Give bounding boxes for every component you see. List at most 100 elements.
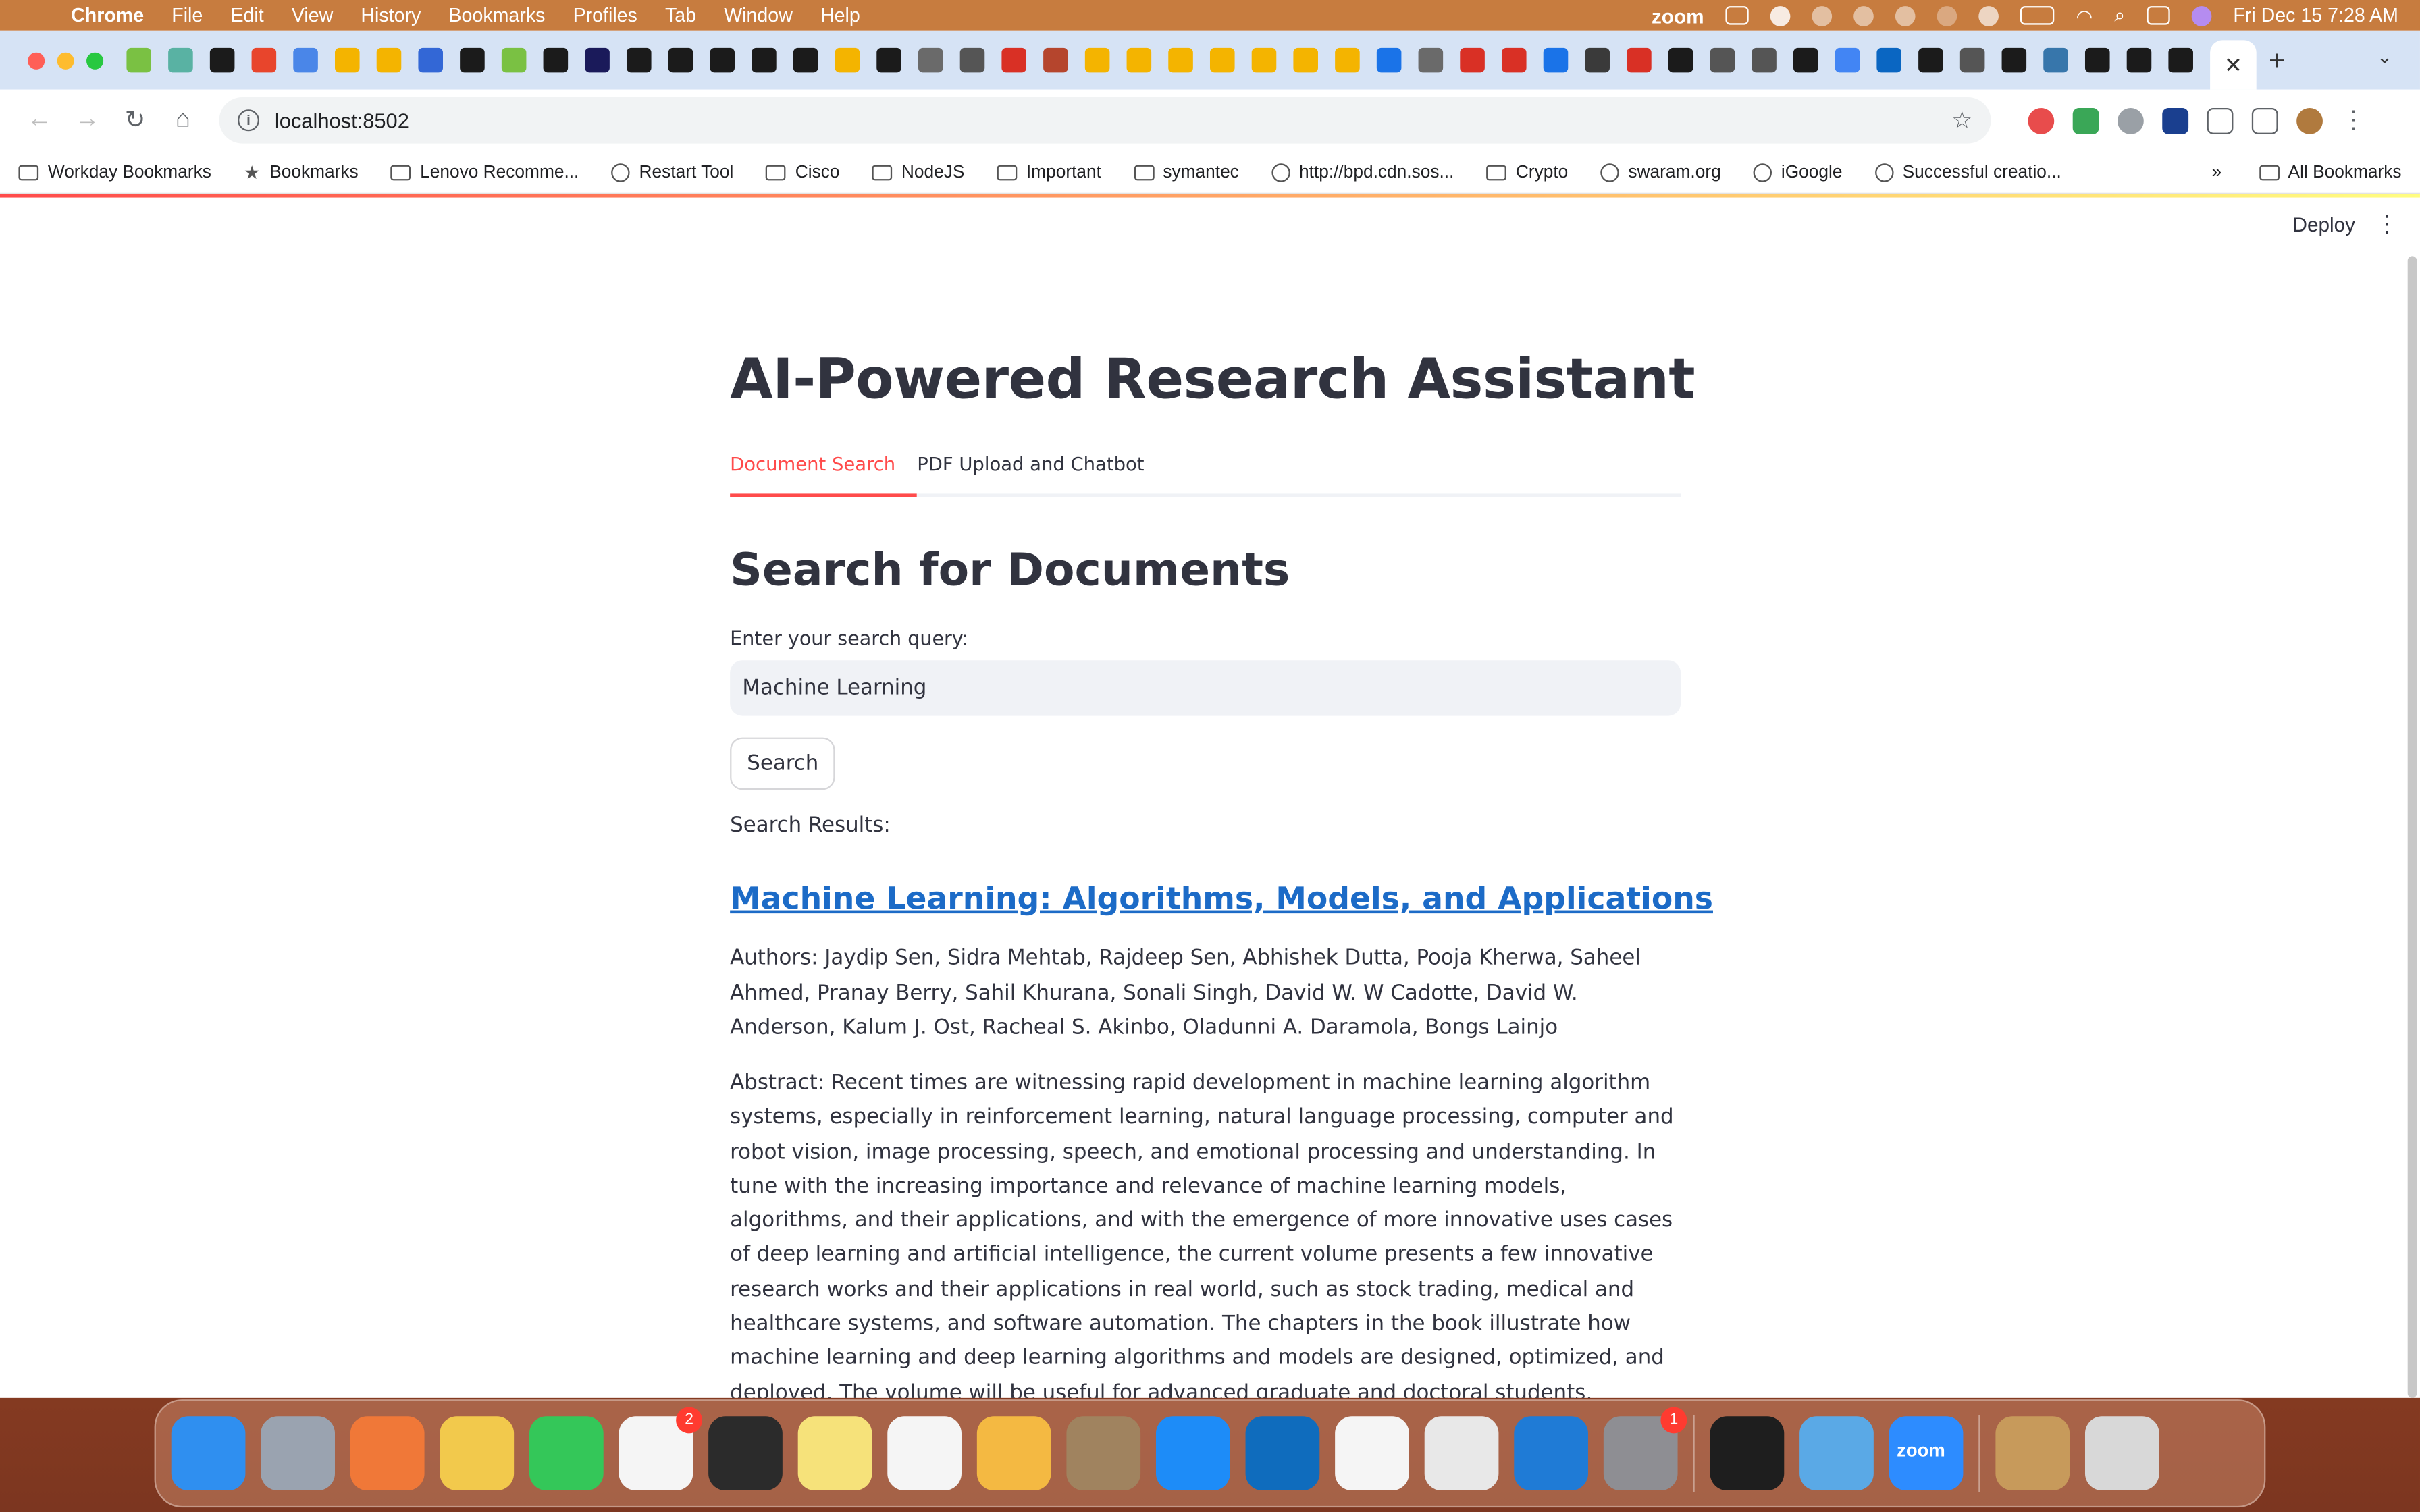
bookmark-item[interactable]: Crypto xyxy=(1486,163,1568,182)
tab-favicon-icon[interactable] xyxy=(1835,47,1860,73)
bookmark-item[interactable]: Restart Tool xyxy=(611,163,733,182)
fullscreen-window-icon[interactable] xyxy=(86,51,104,69)
tab-favicon-icon[interactable] xyxy=(793,47,818,73)
contacts-icon[interactable] xyxy=(1066,1416,1141,1490)
site-info-icon[interactable]: i xyxy=(237,109,259,132)
back-icon[interactable]: ← xyxy=(16,107,63,134)
vscode-icon[interactable] xyxy=(1514,1416,1588,1490)
menu-profiles[interactable]: Profiles xyxy=(559,5,651,26)
menu-help[interactable]: Help xyxy=(806,5,874,26)
wifi-icon[interactable]: ◠ xyxy=(2076,4,2093,27)
tab-favicon-icon[interactable] xyxy=(1543,47,1569,73)
app-menu-icon[interactable]: ⋮ xyxy=(2375,210,2398,238)
tab-favicon-icon[interactable] xyxy=(126,47,151,73)
url-text[interactable]: localhost:8502 xyxy=(275,109,409,132)
bookmark-item[interactable]: Successful creatio... xyxy=(1874,163,2061,182)
bookmark-item[interactable]: Lenovo Recomme... xyxy=(390,163,579,182)
siri-icon[interactable] xyxy=(2191,5,2212,26)
zoom-status-label[interactable]: zoom xyxy=(1652,4,1704,27)
tab-favicon-icon[interactable] xyxy=(668,47,693,73)
tab-favicon-icon[interactable] xyxy=(1001,47,1026,73)
close-tab-icon[interactable]: ✕ xyxy=(2224,52,2242,78)
active-tab[interactable]: ✕ xyxy=(2210,40,2257,90)
tab-favicon-icon[interactable] xyxy=(1209,47,1235,73)
tab-search-icon[interactable]: ⌄ xyxy=(2377,47,2392,68)
chrome-icon[interactable] xyxy=(1424,1416,1499,1490)
bookmark-item[interactable]: symantec xyxy=(1133,163,1239,182)
launchpad-icon[interactable] xyxy=(261,1416,335,1490)
address-bar[interactable]: i localhost:8502 ☆ xyxy=(219,97,1991,144)
tab-favicon-icon[interactable] xyxy=(1168,47,1193,73)
finder-icon[interactable] xyxy=(171,1416,246,1490)
slack-icon[interactable] xyxy=(1335,1416,1409,1490)
search-input[interactable] xyxy=(730,660,1681,716)
outlook-icon[interactable] xyxy=(1245,1416,1320,1490)
magnet-extension-icon[interactable] xyxy=(2028,107,2055,134)
tab-favicon-icon[interactable] xyxy=(2168,47,2193,73)
tab-favicon-icon[interactable] xyxy=(876,47,901,73)
tab-favicon-icon[interactable] xyxy=(1418,47,1444,73)
reminders-icon[interactable]: 2 xyxy=(619,1407,702,1490)
battery-icon[interactable] xyxy=(2020,6,2055,25)
tab-favicon-icon[interactable] xyxy=(1084,47,1110,73)
tab-favicon-icon[interactable] xyxy=(752,47,777,73)
tab-favicon-icon[interactable] xyxy=(418,47,443,73)
tab-favicon-icon[interactable] xyxy=(1585,47,1610,73)
tab-favicon-icon[interactable] xyxy=(2126,47,2152,73)
green-extension-icon[interactable] xyxy=(2072,107,2099,134)
globe-status-icon[interactable] xyxy=(1853,5,1874,26)
tab-favicon-icon[interactable] xyxy=(585,47,610,73)
spotlight-search-icon[interactable]: ⌕ xyxy=(2114,4,2125,27)
menu-view[interactable]: View xyxy=(278,5,347,26)
help-status-icon[interactable] xyxy=(1812,5,1833,26)
reload-icon[interactable]: ↻ xyxy=(111,105,159,136)
freeform-icon[interactable] xyxy=(887,1416,962,1490)
tab-favicon-icon[interactable] xyxy=(1251,47,1277,73)
quicktime-icon[interactable] xyxy=(708,1416,783,1490)
search-button[interactable]: Search xyxy=(730,737,836,790)
menu-history[interactable]: History xyxy=(347,5,435,26)
bookmark-item[interactable]: Important xyxy=(997,163,1101,182)
puzzle-extensions-icon[interactable] xyxy=(2207,107,2234,134)
tab-favicon-icon[interactable] xyxy=(1501,47,1527,73)
tab-favicon-icon[interactable] xyxy=(1918,47,1943,73)
home-icon[interactable]: ⌂ xyxy=(159,107,207,134)
play-status-icon[interactable] xyxy=(1978,5,1999,26)
tab-favicon-icon[interactable] xyxy=(460,47,485,73)
bookmark-item[interactable]: ★ Bookmarks xyxy=(244,161,359,183)
tab-favicon-icon[interactable] xyxy=(2001,47,2027,73)
tab-favicon-icon[interactable] xyxy=(1793,47,1818,73)
tab-favicon-icon[interactable] xyxy=(2043,47,2068,73)
tab-favicon-icon[interactable] xyxy=(168,47,193,73)
tab-favicon-icon[interactable] xyxy=(1668,47,1693,73)
w-status-icon[interactable] xyxy=(1895,5,1916,26)
photos-icon[interactable] xyxy=(440,1416,515,1490)
blue-extension-icon[interactable] xyxy=(2162,107,2189,134)
tab-favicon-icon[interactable] xyxy=(1460,47,1485,73)
tab-favicon-icon[interactable] xyxy=(959,47,985,73)
tab-favicon-icon[interactable] xyxy=(334,47,360,73)
facetime-icon[interactable] xyxy=(529,1416,604,1490)
pages-icon[interactable] xyxy=(976,1416,1051,1490)
trash-icon[interactable] xyxy=(2084,1416,2159,1490)
bookmark-item[interactable]: Cisco xyxy=(766,163,839,182)
tab-favicon-icon[interactable] xyxy=(2084,47,2110,73)
tab-favicon-icon[interactable] xyxy=(1627,47,1652,73)
control-center-icon[interactable] xyxy=(2147,6,2170,25)
bookmarks-overflow-icon[interactable]: » xyxy=(2212,163,2222,181)
zoom-icon[interactable]: zoom xyxy=(1889,1416,1964,1490)
tab-favicon-icon[interactable] xyxy=(1876,47,1901,73)
result-title-link[interactable]: Machine Learning: Algorithms, Models, an… xyxy=(730,880,1713,917)
tab-pdf-upload-chatbot[interactable]: PDF Upload and Chatbot xyxy=(917,454,1165,493)
bookmark-item[interactable]: NodeJS xyxy=(872,163,964,182)
bookmark-item[interactable]: swaram.org xyxy=(1600,163,1721,182)
menu-window[interactable]: Window xyxy=(710,5,807,26)
app-store-icon[interactable] xyxy=(1155,1416,1230,1490)
menu-chrome[interactable]: Chrome xyxy=(71,5,158,26)
tab-favicon-icon[interactable] xyxy=(1376,47,1402,73)
tab-document-search[interactable]: Document Search xyxy=(730,454,918,497)
tab-favicon-icon[interactable] xyxy=(835,47,860,73)
tab-favicon-icon[interactable] xyxy=(1335,47,1360,73)
forward-icon[interactable]: → xyxy=(63,107,111,134)
tab-favicon-icon[interactable] xyxy=(1959,47,1985,73)
